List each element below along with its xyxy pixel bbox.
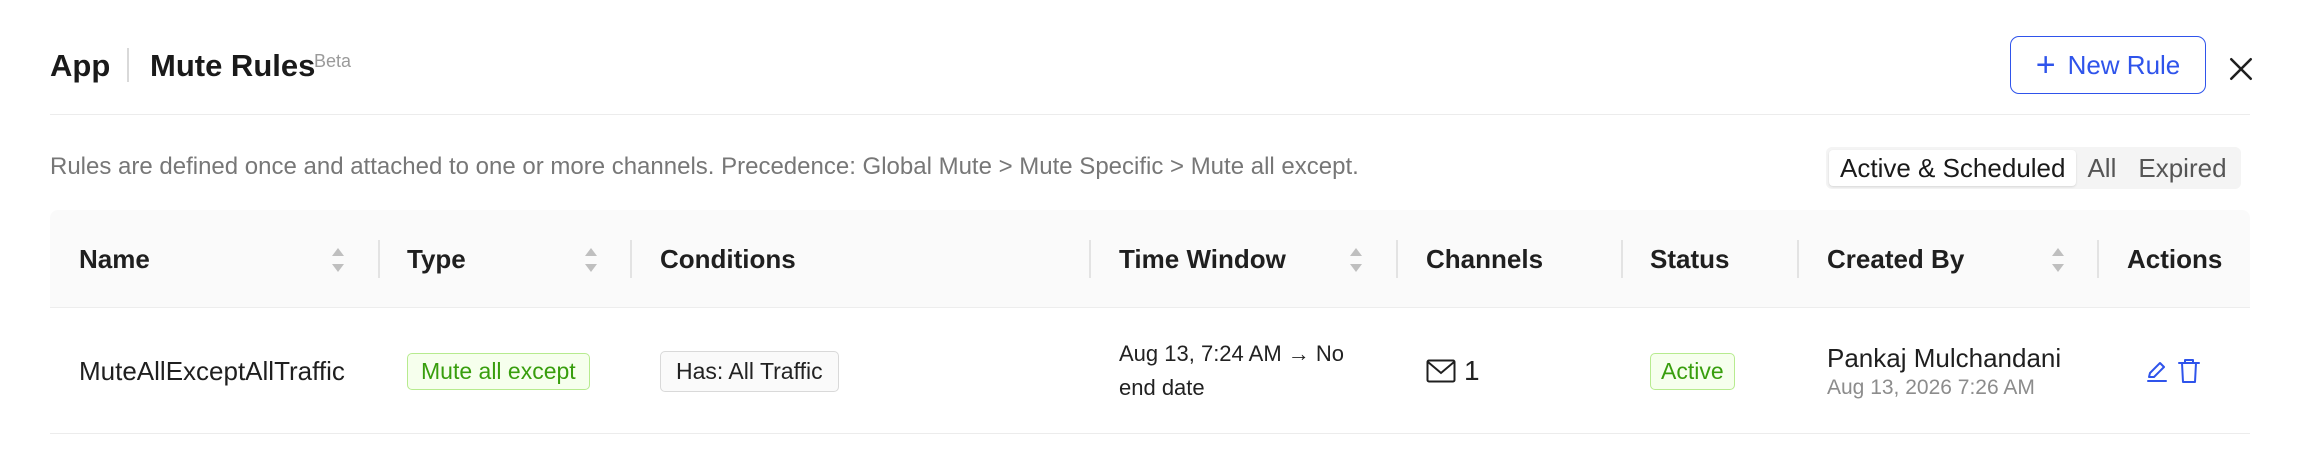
status-badge: Active <box>1650 352 1735 390</box>
column-header-status: Status <box>1650 243 1730 274</box>
column-separator <box>1797 240 1799 278</box>
beta-badge: Beta <box>314 51 352 71</box>
column-header-time-window: Time Window <box>1119 243 1286 274</box>
rule-time-window: Aug 13, 7:24 AM → No end date <box>1119 341 1345 400</box>
column-separator <box>1621 240 1623 278</box>
filter-expired[interactable]: Expired <box>2127 150 2237 186</box>
column-separator <box>2097 240 2099 278</box>
column-header-conditions: Conditions <box>660 243 796 274</box>
row-actions <box>2142 308 2204 434</box>
new-rule-button[interactable]: + New Rule <box>2010 36 2206 94</box>
column-header-actions: Actions <box>2127 243 2223 274</box>
rule-time-window-cell: Aug 13, 7:24 AM → No end date <box>1119 308 1359 434</box>
sort-icon[interactable] <box>2050 246 2066 274</box>
table-header: Name Type Conditions Time Window Channel… <box>50 210 2250 308</box>
status-filter: Active & Scheduled All Expired <box>1826 147 2241 189</box>
sort-icon[interactable] <box>330 246 346 274</box>
table-row[interactable]: MuteAllExceptAllTraffic Mute all except … <box>50 308 2250 434</box>
channels-count: 1 <box>1464 355 1480 386</box>
delete-button[interactable] <box>2174 356 2204 386</box>
delete-icon <box>2178 359 2200 383</box>
edit-button[interactable] <box>2142 356 2172 386</box>
rule-conditions-cell: Has: All Traffic <box>660 308 839 434</box>
close-icon[interactable] <box>2228 56 2254 82</box>
page-title: Mute Rules <box>150 48 316 83</box>
title-divider <box>127 48 129 82</box>
rule-name: MuteAllExceptAllTraffic <box>79 355 345 386</box>
plus-icon: + <box>2035 46 2056 84</box>
rule-type-cell: Mute all except <box>407 308 590 434</box>
filter-active-scheduled[interactable]: Active & Scheduled <box>1829 150 2077 186</box>
rule-conditions-tag: Has: All Traffic <box>660 350 839 392</box>
rule-status-cell: Active <box>1650 308 1735 434</box>
filter-all[interactable]: All <box>2076 150 2127 186</box>
rules-description: Rules are defined once and attached to o… <box>50 153 1359 180</box>
column-header-channels: Channels <box>1426 243 1544 274</box>
new-rule-label: New Rule <box>2067 49 2181 80</box>
column-separator <box>378 240 380 278</box>
mail-icon <box>1426 359 1456 383</box>
sort-icon[interactable] <box>583 246 599 274</box>
created-by-name: Pankaj Mulchandani <box>1827 342 2062 373</box>
column-header-type: Type <box>407 243 466 274</box>
created-by-date: Aug 13, 2026 7:26 AM <box>1827 375 2035 399</box>
sort-icon[interactable] <box>1348 246 1364 274</box>
rule-created-by: Pankaj Mulchandani Aug 13, 2026 7:26 AM <box>1827 308 2061 434</box>
column-separator <box>1396 240 1398 278</box>
column-separator <box>630 240 632 278</box>
page-header: App Mute Rules Beta + New Rule <box>50 0 2253 115</box>
app-title: App <box>50 48 111 83</box>
mute-rules-table: Name Type Conditions Time Window Channel… <box>50 210 2250 434</box>
rule-type-tag: Mute all except <box>407 352 590 390</box>
column-header-created-by: Created By <box>1827 243 1965 274</box>
column-header-name: Name <box>79 243 150 274</box>
edit-icon <box>2147 362 2167 382</box>
column-separator <box>1089 240 1091 278</box>
rule-channels: 1 <box>1426 308 1480 434</box>
